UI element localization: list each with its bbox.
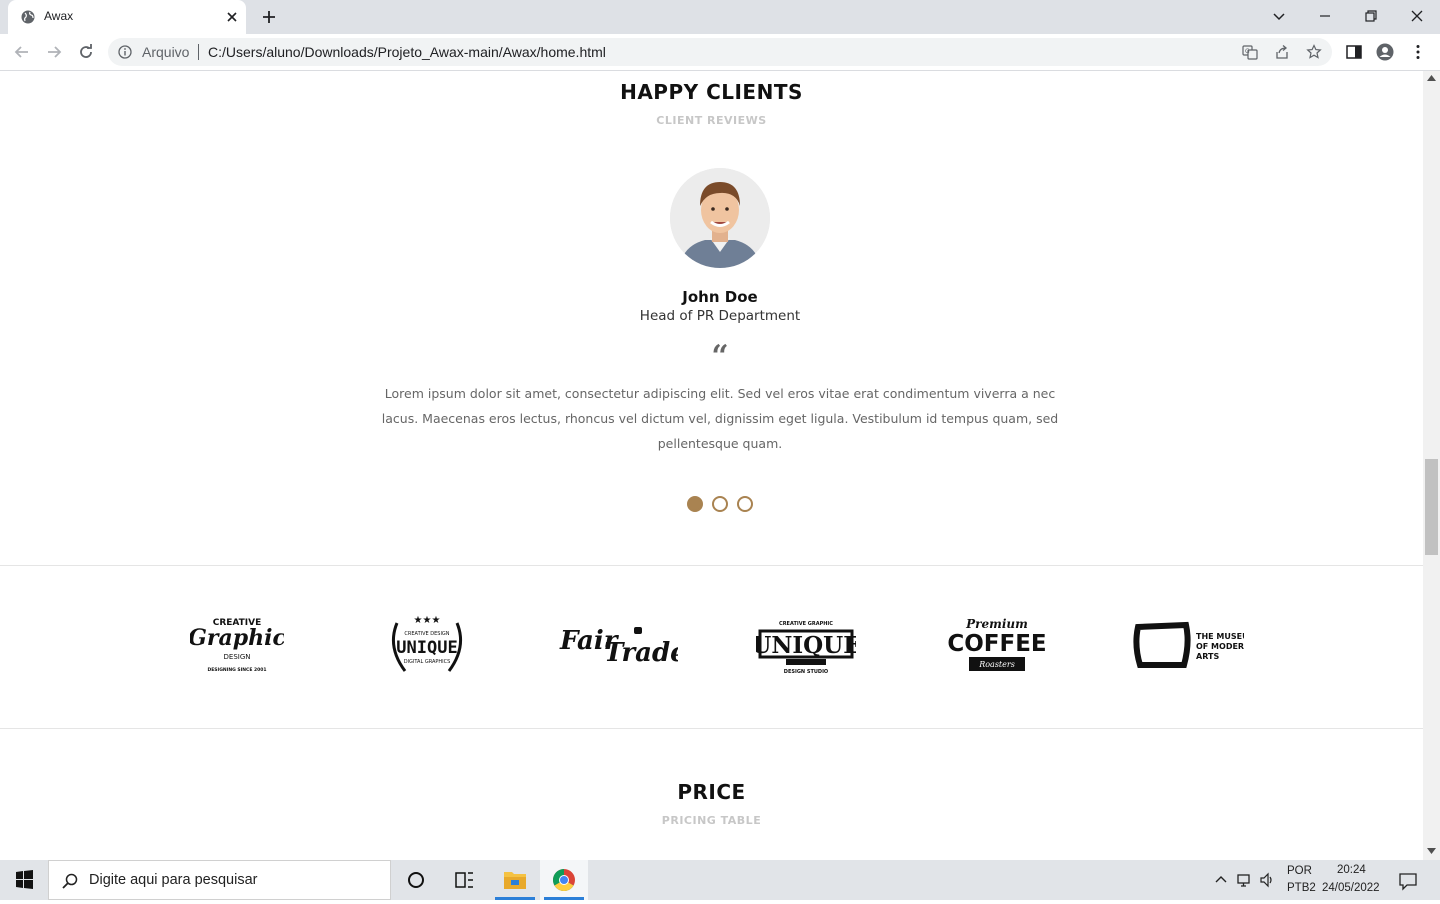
- client-avatar: [670, 168, 770, 268]
- section-divider: [0, 728, 1423, 729]
- logo-unique-wreath[interactable]: ★★★ CREATIVE DESIGN UNIQUE DIGITAL GRAPH…: [383, 613, 471, 677]
- logo-unique-banner[interactable]: CREATIVE GRAPHIC UNIQUE DESIGN STUDIO: [751, 613, 860, 677]
- logo-text: DESIGN STUDIO: [784, 669, 828, 675]
- browser-tab[interactable]: Awax: [8, 0, 246, 34]
- tab-search-chevron-icon[interactable]: [1269, 6, 1289, 26]
- logo-text: DIGITAL GRAPHICS: [404, 659, 451, 665]
- profile-avatar-icon[interactable]: [1376, 43, 1394, 61]
- windows-start-icon[interactable]: [0, 860, 48, 900]
- show-hidden-icons-chevron-icon[interactable]: [1212, 871, 1230, 889]
- testimonial-line: Lorem ipsum dolor sit amet, consectetur …: [384, 386, 1056, 401]
- page-viewport: HAPPY CLIENTS CLIENT REVIEWS John Doe He…: [0, 71, 1423, 860]
- slider-pagination: [687, 496, 757, 513]
- globe-icon: [21, 10, 35, 24]
- client-role: Head of PR Department: [639, 308, 801, 324]
- logo-premium-coffee[interactable]: Premium COFFEE Roasters: [945, 613, 1049, 677]
- quote-mark-icon: “: [711, 339, 729, 374]
- price-section-title: PRICE: [677, 780, 746, 804]
- reload-icon[interactable]: [76, 42, 96, 62]
- logo-text: Trade: [604, 638, 678, 668]
- logo-text: Premium: [965, 617, 1028, 631]
- close-tab-icon[interactable]: [224, 9, 240, 25]
- logo-text: COFFEE: [947, 631, 1046, 657]
- logo-text: CREATIVE GRAPHIC: [779, 621, 833, 627]
- logo-text: UNIQUE: [396, 638, 457, 658]
- close-window-icon[interactable]: [1407, 6, 1427, 26]
- client-portrait-icon: [670, 168, 770, 268]
- tab-title: Awax: [44, 9, 74, 23]
- svg-text:G: G: [1245, 48, 1250, 55]
- slider-dot[interactable]: [712, 496, 728, 512]
- task-view-icon[interactable]: [440, 860, 488, 900]
- logo-text: Graphic: [190, 625, 284, 651]
- logo-text: OF MODERN: [1196, 642, 1244, 651]
- logo-text: Roasters: [978, 660, 1015, 669]
- volume-icon[interactable]: [1259, 871, 1277, 889]
- side-panel-icon[interactable]: [1345, 43, 1363, 61]
- tab-bar: Awax: [0, 0, 1440, 34]
- share-icon[interactable]: [1274, 44, 1290, 60]
- scroll-down-arrow-icon[interactable]: [1427, 848, 1436, 854]
- more-menu-icon[interactable]: [1409, 43, 1427, 61]
- clock-date[interactable]: 24/05/2022: [1322, 882, 1380, 894]
- slider-dot[interactable]: [687, 496, 703, 512]
- chrome-app[interactable]: [540, 860, 588, 900]
- vertical-scrollbar[interactable]: [1423, 71, 1440, 860]
- scrollbar-thumb[interactable]: [1425, 459, 1438, 555]
- testimonial-text: Lorem ipsum dolor sit amet, consectetur …: [368, 381, 1072, 456]
- chrome-icon: [553, 869, 575, 891]
- file-explorer-app[interactable]: [491, 860, 539, 900]
- forward-arrow-icon[interactable]: [44, 42, 64, 62]
- notifications-icon[interactable]: [1398, 871, 1418, 891]
- network-icon[interactable]: [1236, 871, 1254, 889]
- browser-toolbar: Arquivo C:/Users/aluno/Downloads/Projeto…: [0, 34, 1440, 71]
- address-scheme-label: Arquivo: [142, 44, 190, 60]
- testimonial-line: pellentesque quam.: [657, 436, 783, 451]
- logo-fairtrade[interactable]: Fair Trade: [558, 613, 687, 677]
- back-arrow-icon[interactable]: [12, 42, 32, 62]
- taskbar-search[interactable]: Digite aqui para pesquisar: [48, 860, 391, 900]
- minimize-icon[interactable]: [1315, 6, 1335, 26]
- new-tab-plus-icon[interactable]: [260, 8, 278, 26]
- search-placeholder: Digite aqui para pesquisar: [89, 872, 258, 888]
- clients-section-title: HAPPY CLIENTS: [620, 80, 803, 104]
- search-icon: [62, 873, 78, 889]
- testimonial-line: lacus. Maecenas eros lectus, rhoncus vel…: [381, 411, 1059, 426]
- logo-creative-graphic[interactable]: CREATIVE Graphic DESIGN DESIGNING SINCE …: [188, 613, 286, 677]
- svg-text:★★★: ★★★: [414, 615, 441, 626]
- folder-icon: [504, 872, 526, 889]
- keyboard-layout[interactable]: PTB2: [1287, 882, 1316, 894]
- input-language[interactable]: POR: [1287, 865, 1312, 877]
- section-divider: [0, 565, 1423, 566]
- windows-taskbar: Digite aqui para pesquisar POR PTB2 20:2…: [0, 860, 1440, 900]
- bookmark-star-icon[interactable]: [1306, 44, 1322, 60]
- address-bar[interactable]: Arquivo C:/Users/aluno/Downloads/Projeto…: [108, 38, 1332, 66]
- clients-section-subtitle: CLIENT REVIEWS: [656, 114, 767, 127]
- logo-museum-modern-arts[interactable]: THE MUSEUM OF MODERN ARTS: [1132, 613, 1257, 677]
- logo-text: DESIGN: [224, 653, 251, 661]
- price-section-subtitle: PRICING TABLE: [661, 814, 762, 827]
- scroll-up-arrow-icon[interactable]: [1427, 75, 1436, 81]
- restore-icon[interactable]: [1361, 6, 1381, 26]
- logo-text: UNIQUE: [756, 632, 856, 659]
- address-url[interactable]: C:/Users/aluno/Downloads/Projeto_Awax-ma…: [208, 44, 606, 60]
- translate-icon[interactable]: G: [1242, 44, 1258, 60]
- address-separator: [198, 44, 199, 60]
- clock-time[interactable]: 20:24: [1337, 864, 1366, 876]
- slider-dot[interactable]: [737, 496, 753, 512]
- logo-text: DESIGNING SINCE 2001: [207, 667, 266, 673]
- logo-text: THE MUSEUM: [1196, 632, 1244, 641]
- client-name: John Doe: [682, 288, 758, 306]
- logo-text: ARTS: [1196, 652, 1219, 661]
- info-icon[interactable]: [118, 45, 132, 59]
- logo-text: CREATIVE DESIGN: [404, 631, 449, 637]
- cortana-icon[interactable]: [392, 860, 440, 900]
